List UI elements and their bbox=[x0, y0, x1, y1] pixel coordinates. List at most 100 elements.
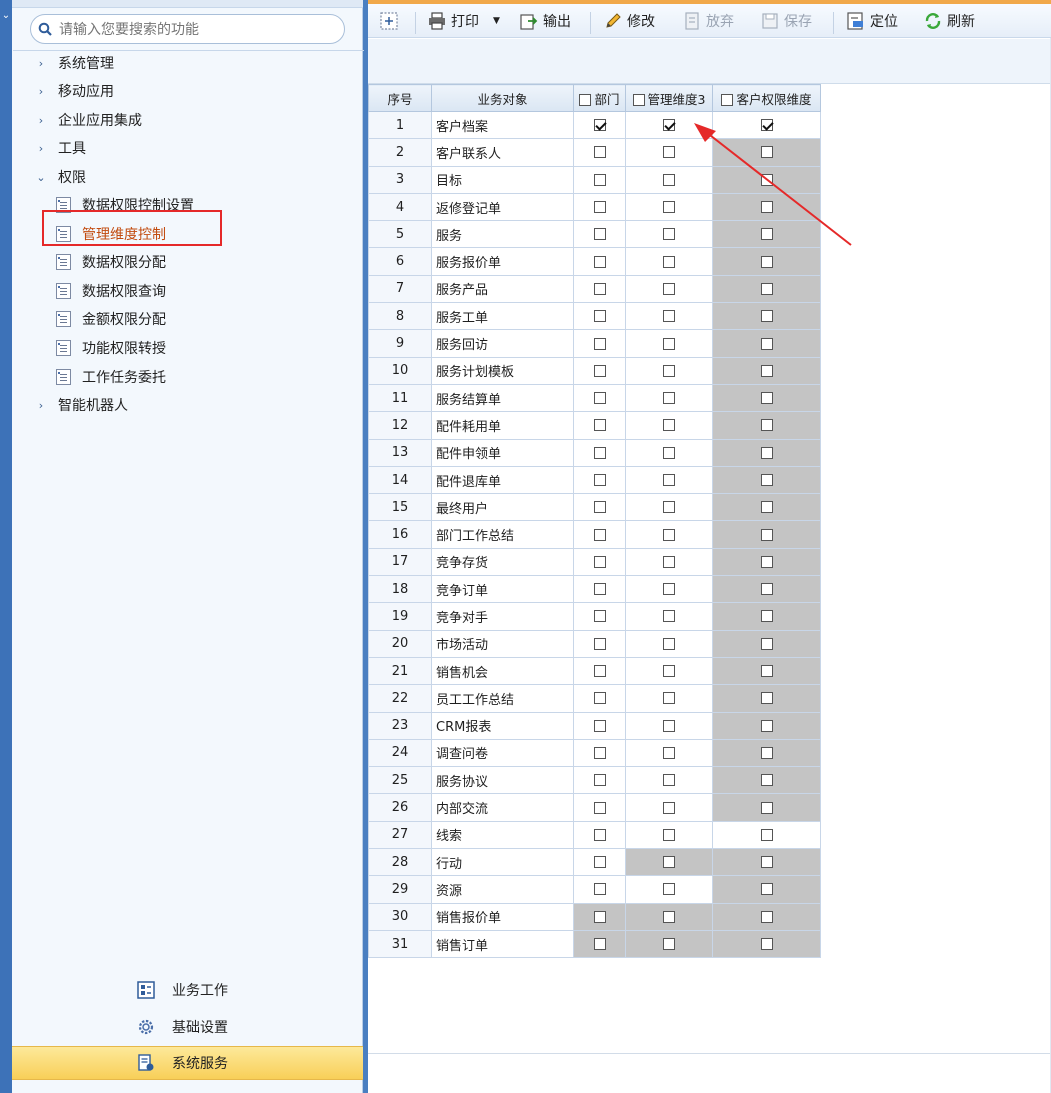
permission-checkbox[interactable] bbox=[593, 474, 606, 486]
permission-checkbox[interactable] bbox=[760, 228, 773, 241]
permission-checkbox[interactable] bbox=[760, 364, 773, 377]
permission-checkbox[interactable] bbox=[760, 583, 773, 596]
table-row[interactable]: 27 线索 bbox=[368, 820, 821, 850]
permission-checkbox[interactable] bbox=[760, 119, 773, 132]
export-button[interactable]: 输出 bbox=[520, 8, 571, 34]
permission-checkbox[interactable] bbox=[760, 146, 773, 159]
header-checkbox[interactable] bbox=[632, 94, 645, 106]
search-box[interactable] bbox=[13, 14, 364, 51]
permission-checkbox[interactable] bbox=[760, 774, 773, 787]
table-row[interactable]: 23 CRM报表 bbox=[368, 711, 821, 740]
locate-button[interactable]: 定位 bbox=[847, 8, 898, 34]
permission-checkbox[interactable] bbox=[593, 419, 606, 432]
table-row[interactable]: 18 竞争订单 bbox=[368, 575, 821, 604]
permission-checkbox[interactable] bbox=[760, 255, 773, 268]
leaf-task-delegation[interactable]: 工作任务委托 bbox=[56, 364, 166, 390]
permission-checkbox[interactable] bbox=[593, 364, 606, 377]
permission-checkbox[interactable] bbox=[593, 692, 606, 705]
permission-checkbox[interactable] bbox=[663, 255, 675, 268]
chevron-down-icon[interactable]: ⌄ bbox=[0, 10, 12, 22]
permission-checkbox[interactable] bbox=[760, 392, 773, 405]
permission-checkbox[interactable] bbox=[593, 938, 606, 951]
permission-checkbox[interactable] bbox=[663, 392, 675, 405]
permission-checkbox[interactable] bbox=[593, 119, 606, 132]
permission-checkbox[interactable] bbox=[760, 501, 773, 514]
table-row[interactable]: 14 配件退库单 bbox=[368, 465, 821, 495]
permission-checkbox[interactable] bbox=[663, 228, 675, 241]
table-row[interactable]: 6 服务报价单 bbox=[368, 247, 821, 276]
permission-checkbox[interactable] bbox=[593, 528, 606, 541]
permission-checkbox[interactable] bbox=[760, 856, 773, 869]
permission-checkbox[interactable] bbox=[593, 146, 606, 159]
permission-checkbox[interactable] bbox=[760, 938, 773, 951]
permission-checkbox[interactable] bbox=[663, 746, 675, 759]
permission-checkbox[interactable] bbox=[760, 719, 773, 732]
permission-checkbox[interactable] bbox=[760, 665, 773, 678]
permission-checkbox[interactable] bbox=[593, 883, 606, 896]
table-row[interactable]: 28 行动 bbox=[368, 848, 821, 877]
left-collapse-strip[interactable]: ⌄ bbox=[0, 0, 12, 1093]
permission-checkbox[interactable] bbox=[760, 555, 773, 568]
tree-item-enterprise-integration[interactable]: › 企业应用集成 bbox=[34, 107, 142, 133]
table-row[interactable]: 21 销售机会 bbox=[368, 656, 821, 686]
table-row[interactable]: 24 调查问卷 bbox=[368, 738, 821, 768]
permission-checkbox[interactable] bbox=[663, 774, 675, 787]
permission-checkbox[interactable] bbox=[663, 856, 675, 869]
table-row[interactable]: 9 服务回访 bbox=[368, 329, 821, 358]
header-dimension3[interactable]: 管理维度3 bbox=[625, 84, 713, 112]
permission-checkbox[interactable] bbox=[663, 119, 675, 132]
header-department[interactable]: 部门 bbox=[573, 84, 626, 112]
header-customer-dimension[interactable]: 客户权限维度 bbox=[712, 84, 821, 112]
permission-checkbox[interactable] bbox=[663, 146, 675, 159]
permission-checkbox[interactable] bbox=[760, 910, 773, 923]
edit-button[interactable]: 修改 bbox=[604, 8, 655, 34]
nav-basic-settings[interactable]: 基础设置 bbox=[12, 1010, 363, 1044]
tree-item-system-management[interactable]: › 系统管理 bbox=[34, 50, 114, 76]
permission-checkbox[interactable] bbox=[760, 282, 773, 295]
search-input[interactable] bbox=[59, 20, 339, 40]
permission-checkbox[interactable] bbox=[593, 665, 606, 678]
permission-checkbox[interactable] bbox=[760, 337, 773, 350]
permission-checkbox[interactable] bbox=[663, 419, 675, 432]
permission-checkbox[interactable] bbox=[760, 801, 773, 814]
permission-checkbox[interactable] bbox=[593, 801, 606, 814]
permission-checkbox[interactable] bbox=[593, 774, 606, 787]
save-button[interactable]: 保存 bbox=[761, 8, 812, 34]
permission-checkbox[interactable] bbox=[663, 364, 675, 377]
table-row[interactable]: 25 服务协议 bbox=[368, 766, 821, 795]
permission-checkbox[interactable] bbox=[593, 719, 606, 732]
permission-checkbox[interactable] bbox=[663, 665, 675, 678]
permission-checkbox[interactable] bbox=[593, 910, 606, 923]
permission-checkbox[interactable] bbox=[593, 337, 606, 350]
permission-checkbox[interactable] bbox=[663, 173, 675, 186]
permission-checkbox[interactable] bbox=[593, 555, 606, 568]
permission-checkbox[interactable] bbox=[760, 692, 773, 705]
permission-checkbox[interactable] bbox=[663, 883, 675, 896]
nav-system-services[interactable]: 系统服务 bbox=[12, 1046, 363, 1080]
permission-checkbox[interactable] bbox=[663, 501, 675, 514]
header-checkbox[interactable] bbox=[721, 94, 734, 106]
permission-checkbox[interactable] bbox=[663, 583, 675, 596]
table-row[interactable]: 4 返修登记单 bbox=[368, 192, 821, 222]
table-row[interactable]: 17 竞争存货 bbox=[368, 547, 821, 577]
permission-checkbox[interactable] bbox=[593, 828, 606, 841]
permission-checkbox[interactable] bbox=[593, 746, 606, 759]
table-row[interactable]: 10 服务计划模板 bbox=[368, 356, 821, 385]
discard-button[interactable]: 放弃 bbox=[683, 8, 734, 34]
tree-item-tools[interactable]: › 工具 bbox=[34, 135, 86, 161]
permission-checkbox[interactable] bbox=[593, 173, 606, 186]
permission-checkbox[interactable] bbox=[760, 528, 773, 541]
tree-item-permissions[interactable]: ⌄ 权限 bbox=[34, 164, 86, 190]
permission-checkbox[interactable] bbox=[593, 282, 606, 295]
permission-checkbox[interactable] bbox=[663, 310, 675, 323]
permission-checkbox[interactable] bbox=[593, 856, 606, 869]
tree-item-smart-robot[interactable]: › 智能机器人 bbox=[34, 392, 128, 418]
table-row[interactable]: 1 客户档案 bbox=[368, 110, 821, 140]
permission-checkbox[interactable] bbox=[593, 255, 606, 268]
permission-checkbox[interactable] bbox=[760, 419, 773, 432]
table-row[interactable]: 20 市场活动 bbox=[368, 629, 821, 658]
permission-checkbox[interactable] bbox=[760, 474, 773, 486]
permission-checkbox[interactable] bbox=[663, 610, 675, 623]
permission-checkbox[interactable] bbox=[593, 201, 606, 214]
leaf-data-permission-query[interactable]: 数据权限查询 bbox=[56, 278, 166, 304]
